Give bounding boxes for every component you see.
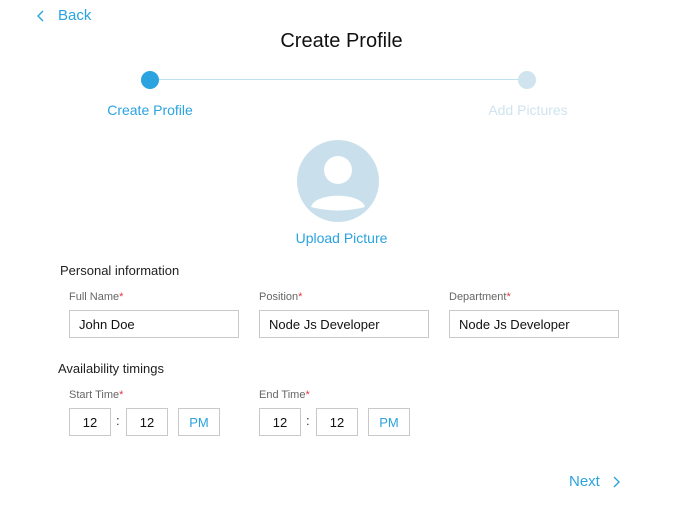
full-name-label: Full Name* (69, 291, 124, 303)
position-label: Position* (259, 291, 303, 303)
position-field[interactable] (259, 310, 429, 338)
time-separator: : (116, 413, 120, 428)
back-button[interactable]: Back (36, 7, 91, 24)
start-hour-input[interactable] (69, 408, 111, 436)
required-mark: * (119, 291, 124, 303)
step-2-indicator (518, 71, 536, 89)
start-time-label: Start Time* (69, 389, 124, 401)
required-mark: * (298, 291, 303, 303)
chevron-right-icon (613, 476, 620, 487)
avatar[interactable] (297, 140, 379, 222)
personal-info-heading: Personal information (60, 263, 180, 278)
end-minute-input[interactable] (316, 408, 358, 436)
start-ampm-toggle[interactable]: PM (178, 408, 220, 436)
next-button[interactable]: Next (569, 473, 620, 490)
step-2-label: Add Pictures (488, 102, 568, 118)
required-mark: * (506, 291, 511, 303)
chevron-left-icon (37, 10, 44, 21)
department-field[interactable] (449, 310, 619, 338)
end-time-label: End Time* (259, 389, 310, 401)
availability-heading: Availability timings (58, 361, 164, 376)
time-separator: : (306, 413, 310, 428)
step-1-indicator (141, 71, 159, 89)
end-hour-input[interactable] (259, 408, 301, 436)
upload-picture-link[interactable]: Upload Picture (0, 230, 683, 246)
stepper-line (158, 79, 518, 80)
page-title: Create Profile (280, 30, 403, 52)
required-mark: * (119, 389, 124, 401)
back-label: Back (58, 7, 92, 24)
step-1-label: Create Profile (107, 102, 193, 118)
end-ampm-toggle[interactable]: PM (368, 408, 410, 436)
department-label: Department* (449, 291, 511, 303)
user-silhouette-icon (311, 156, 365, 211)
required-mark: * (305, 389, 310, 401)
start-minute-input[interactable] (126, 408, 168, 436)
full-name-field[interactable] (69, 310, 239, 338)
next-label: Next (569, 473, 600, 490)
